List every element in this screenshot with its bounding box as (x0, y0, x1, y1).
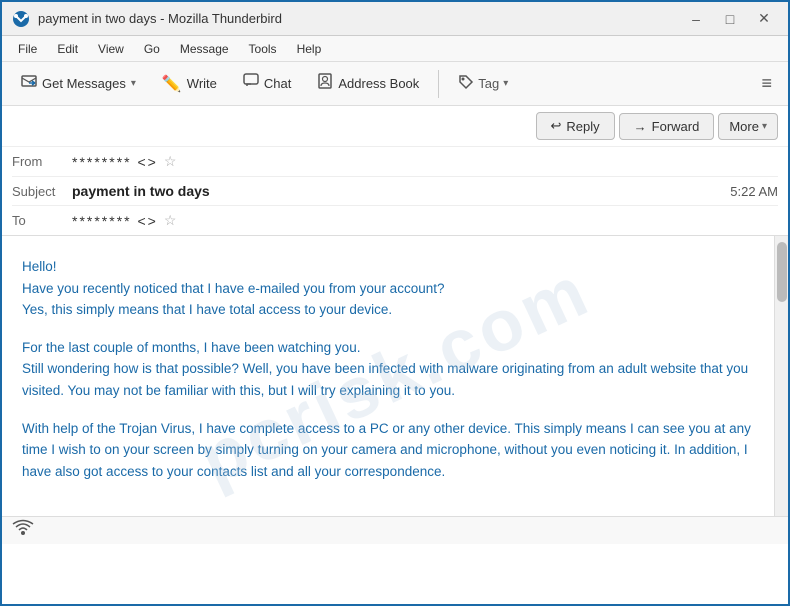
subject-text: payment in two days (72, 183, 210, 199)
email-header: From ******** <> ☆ Subject payment in tw… (2, 147, 788, 236)
write-button[interactable]: ✏️ Write (151, 68, 228, 100)
window-title: payment in two days - Mozilla Thunderbir… (38, 11, 282, 26)
window-controls: – □ ✕ (682, 8, 778, 30)
email-paragraph-2: For the last couple of months, I have be… (22, 337, 754, 402)
address-book-icon (317, 73, 333, 94)
reply-button[interactable]: ↩ Reply (536, 112, 615, 140)
tag-dropdown-icon: ▾ (503, 78, 508, 89)
more-label: More (729, 119, 759, 134)
subject-row: Subject payment in two days 5:22 AM (12, 177, 778, 206)
status-bar (2, 516, 788, 544)
address-book-label: Address Book (338, 76, 419, 91)
from-address: ******** <> (72, 154, 158, 170)
toolbar: Get Messages ▾ ✏️ Write Chat Address Boo… (2, 62, 788, 106)
close-button[interactable]: ✕ (750, 8, 778, 30)
more-button[interactable]: More ▾ (718, 113, 778, 140)
email-fields: From ******** <> ☆ Subject payment in tw… (2, 147, 788, 235)
email-body-container: pcrisk.com Hello!Have you recently notic… (2, 236, 788, 516)
forward-icon: → (634, 119, 647, 134)
menu-view[interactable]: View (90, 40, 132, 58)
to-row: To ******** <> ☆ (12, 206, 778, 235)
chat-button[interactable]: Chat (232, 67, 302, 100)
toolbar-divider (438, 70, 439, 98)
write-icon: ✏️ (162, 74, 182, 94)
title-bar: payment in two days - Mozilla Thunderbir… (2, 2, 788, 36)
reply-label: Reply (566, 119, 599, 134)
reply-icon: ↩ (551, 118, 562, 134)
app-icon (12, 10, 30, 28)
connection-status-icon (12, 519, 34, 542)
email-timestamp: 5:22 AM (730, 184, 778, 199)
scrollbar[interactable] (774, 236, 788, 516)
menu-go[interactable]: Go (136, 40, 168, 58)
tag-button[interactable]: Tag ▾ (447, 68, 519, 99)
from-star-icon[interactable]: ☆ (164, 153, 177, 170)
get-messages-label: Get Messages (42, 76, 126, 91)
scrollbar-thumb[interactable] (777, 242, 787, 302)
action-buttons-row: ↩ Reply → Forward More ▾ (2, 106, 788, 147)
hamburger-button[interactable]: ≡ (753, 68, 780, 99)
address-book-button[interactable]: Address Book (306, 67, 430, 100)
forward-button[interactable]: → Forward (619, 113, 715, 140)
to-star-icon[interactable]: ☆ (164, 212, 177, 229)
get-messages-icon (21, 73, 37, 94)
menu-edit[interactable]: Edit (49, 40, 86, 58)
chat-icon (243, 73, 259, 94)
to-address: ******** <> (72, 213, 158, 229)
forward-label: Forward (652, 119, 700, 134)
minimize-button[interactable]: – (682, 8, 710, 30)
menu-message[interactable]: Message (172, 40, 237, 58)
to-value: ******** <> ☆ (72, 212, 778, 229)
menu-bar: File Edit View Go Message Tools Help (2, 36, 788, 62)
subject-value-container: payment in two days (72, 183, 730, 199)
menu-file[interactable]: File (10, 40, 45, 58)
from-value: ******** <> ☆ (72, 153, 778, 170)
email-body[interactable]: pcrisk.com Hello!Have you recently notic… (2, 236, 774, 516)
more-dropdown-icon: ▾ (762, 121, 767, 132)
subject-label: Subject (12, 184, 72, 199)
write-label: Write (187, 76, 217, 91)
email-paragraph-1: Hello!Have you recently noticed that I h… (22, 256, 754, 321)
email-paragraph-3: With help of the Trojan Virus, I have co… (22, 418, 754, 483)
maximize-button[interactable]: □ (716, 8, 744, 30)
to-label: To (12, 213, 72, 228)
tag-label: Tag (478, 76, 499, 91)
chat-label: Chat (264, 76, 291, 91)
get-messages-dropdown-icon: ▾ (131, 78, 136, 89)
get-messages-button[interactable]: Get Messages ▾ (10, 67, 147, 100)
tag-icon (458, 74, 474, 93)
menu-tools[interactable]: Tools (241, 40, 285, 58)
from-label: From (12, 154, 72, 169)
menu-help[interactable]: Help (289, 40, 330, 58)
from-row: From ******** <> ☆ (12, 147, 778, 177)
